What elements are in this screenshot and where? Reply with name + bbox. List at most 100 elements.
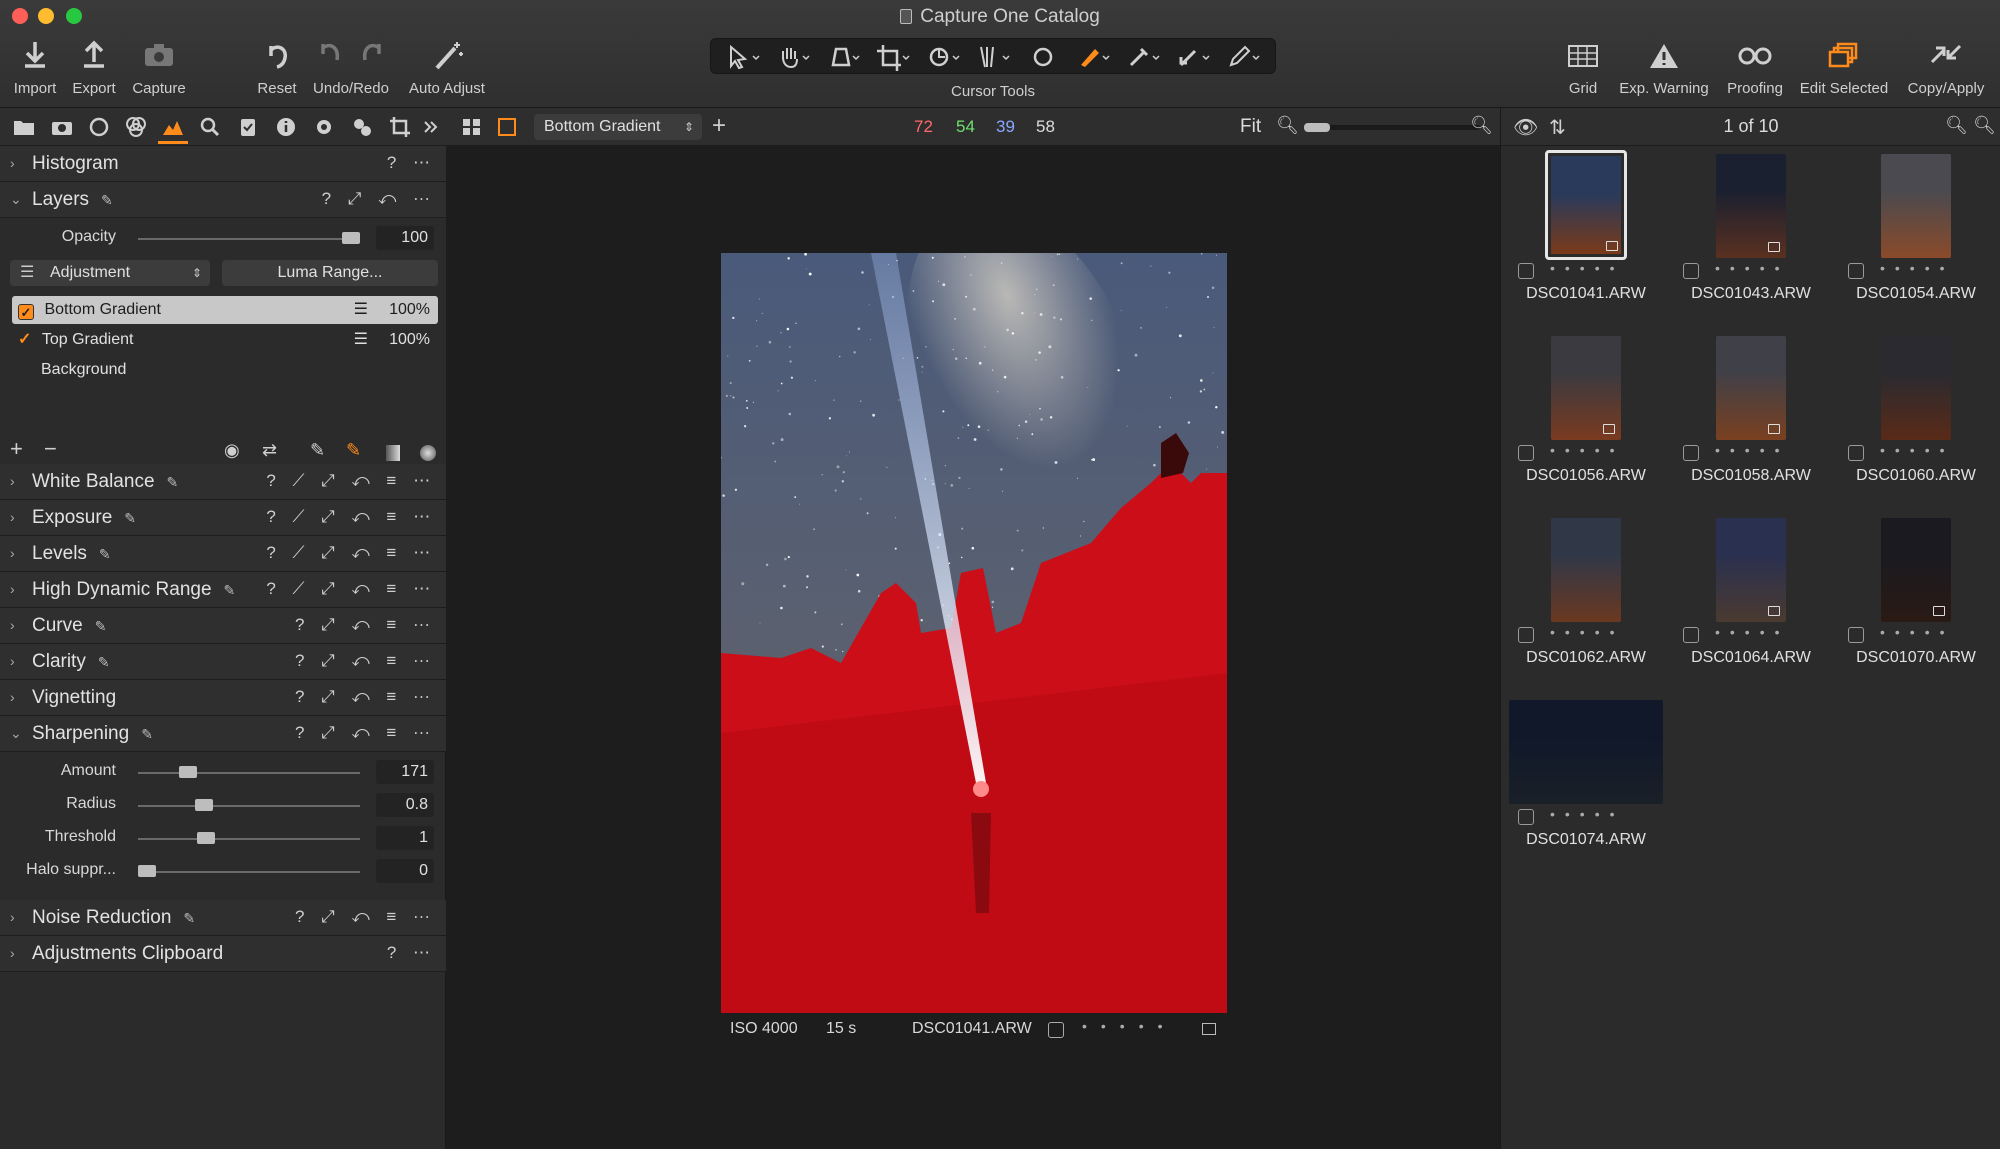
luma-range-button[interactable]: Luma Range... <box>222 260 438 286</box>
thumbnail-checkbox[interactable] <box>1518 627 1534 643</box>
grid-button[interactable]: Grid <box>1560 38 1606 102</box>
draw-mask-brush-icon[interactable] <box>1073 43 1113 71</box>
thumbnail-item[interactable]: ••••• DSC01062.ARW <box>1506 518 1666 688</box>
exposure-section-header[interactable]: › Exposure ✎ ? ⟋ ⤢ ↶ ≡ ⋯ <box>0 500 446 536</box>
thumbnail-checkbox[interactable] <box>1518 445 1534 461</box>
rating-dots[interactable]: ••••• <box>1550 260 1625 276</box>
zoom-in-icon[interactable]: 🔍︎ <box>1470 115 1493 136</box>
rating-dots[interactable]: ••••• <box>1880 442 1955 458</box>
radial-gradient-icon[interactable] <box>420 445 436 461</box>
settings-gear-icon[interactable] <box>312 115 336 139</box>
folder-tab-icon[interactable] <box>12 115 36 139</box>
exposure-tab-icon[interactable] <box>161 115 185 139</box>
rating-dots[interactable]: ••••• <box>1715 260 1790 276</box>
thumbnail-image[interactable] <box>1881 336 1951 440</box>
rating-dots[interactable]: ••••• <box>1715 624 1790 640</box>
metadata-tab-icon[interactable] <box>236 115 260 139</box>
viewer-select-checkbox[interactable] <box>1048 1022 1064 1038</box>
radius-slider-track[interactable] <box>138 805 360 807</box>
threshold-slider-track[interactable] <box>138 838 360 840</box>
hdr-section-header[interactable]: › High Dynamic Range ✎ ? ⟋ ⤢ ↶ ≡ ⋯ <box>0 572 446 608</box>
section-actions[interactable]: ? ⟋ ⤢ ↶ ≡ ⋯ <box>266 543 436 563</box>
zoom-level[interactable]: Fit <box>1240 116 1261 138</box>
section-actions[interactable]: ? ⤢ ↶ ≡ ⋯ <box>295 687 436 707</box>
import-button[interactable]: Import <box>10 38 60 102</box>
layers-section-header[interactable]: ⌄ Layers ✎ ? ⤢ ↶ ⋯ <box>0 182 446 218</box>
thumbnail-item[interactable]: ••••• DSC01060.ARW <box>1836 336 1996 506</box>
checkmark-icon[interactable]: ✓ <box>18 331 31 348</box>
capture-button[interactable]: Capture <box>128 38 190 102</box>
layer-row-background[interactable]: Background <box>12 356 438 384</box>
details-tab-icon[interactable] <box>198 115 222 139</box>
thumbnail-image[interactable] <box>1881 154 1951 258</box>
rotate-icon[interactable] <box>923 43 963 71</box>
info-tab-icon[interactable] <box>274 115 298 139</box>
threshold-slider-knob[interactable] <box>197 832 216 844</box>
zoom-thumbnails-icon[interactable]: 🔍︎ <box>1973 115 1996 136</box>
crop-icon[interactable] <box>873 43 913 71</box>
histogram-section-header[interactable]: › Histogram ? ⋯ <box>0 146 446 182</box>
thumbnail-image[interactable] <box>1716 336 1786 440</box>
halo-slider-knob[interactable] <box>138 865 156 877</box>
thumbnail-image[interactable] <box>1716 154 1786 258</box>
auto-adjust-button[interactable]: Auto Adjust <box>402 38 492 102</box>
proofing-button[interactable]: Proofing <box>1722 38 1788 102</box>
copy-adjustments-icon[interactable] <box>1173 43 1213 71</box>
reset-button[interactable]: Reset <box>252 38 302 102</box>
copy-apply-button[interactable]: Copy/Apply <box>1902 38 1990 102</box>
thumbnail-item[interactable]: ••••• DSC01054.ARW <box>1836 154 1996 324</box>
add-layer-icon[interactable]: + <box>10 436 23 462</box>
histogram-actions[interactable]: ? ⋯ <box>387 153 436 173</box>
thumbnail-item[interactable]: ••••• DSC01074.ARW <box>1506 700 1666 870</box>
radius-value[interactable]: 0.8 <box>376 793 434 817</box>
linear-gradient-icon[interactable] <box>386 445 400 461</box>
section-actions[interactable]: ? ⤢ ↶ ≡ ⋯ <box>295 615 436 635</box>
multi-view-grid-icon[interactable] <box>462 117 482 137</box>
halo-value[interactable]: 0 <box>376 859 434 883</box>
color-picker-icon[interactable] <box>1123 43 1163 71</box>
edit-selected-button[interactable]: Edit Selected <box>1794 38 1894 102</box>
halo-slider-track[interactable] <box>138 871 360 873</box>
layer-row-bottom-gradient[interactable]: ✓ Bottom Gradient ☰ 100% <box>12 296 438 324</box>
remove-layer-icon[interactable]: − <box>44 436 57 462</box>
opacity-slider-track[interactable] <box>138 238 360 240</box>
rating-dots[interactable]: ••••• <box>1550 442 1625 458</box>
lens-tab-icon[interactable] <box>87 115 111 139</box>
thumbnail-checkbox[interactable] <box>1518 809 1534 825</box>
thumbnail-item[interactable]: ••••• DSC01064.ARW <box>1671 518 1831 688</box>
search-icon[interactable]: 🔍︎ <box>1945 115 1968 136</box>
export-button[interactable]: Export <box>68 38 120 102</box>
layer-row-top-gradient[interactable]: ✓ Top Gradient ☰ 100% <box>12 326 438 354</box>
adjustments-clipboard-section-header[interactable]: › Adjustments Clipboard ? ⋯ <box>0 936 446 972</box>
thumbnail-checkbox[interactable] <box>1683 445 1699 461</box>
select-arrow-icon[interactable] <box>723 43 763 71</box>
amount-slider-track[interactable] <box>138 772 360 774</box>
amount-value[interactable]: 171 <box>376 760 434 784</box>
brush-icon[interactable]: ✎ <box>310 440 325 461</box>
thumbnail-image[interactable] <box>1551 518 1621 622</box>
layer-type-select[interactable]: ☰ Adjustment ⇕ <box>10 260 210 286</box>
camera-tab-icon[interactable] <box>50 115 74 139</box>
section-actions[interactable]: ? ⟋ ⤢ ↶ ≡ ⋯ <box>266 579 436 599</box>
spot-removal-icon[interactable] <box>1023 43 1063 71</box>
thumbnail-checkbox[interactable] <box>1848 627 1864 643</box>
undo-redo-button[interactable]: Undo/Redo <box>308 38 394 102</box>
more-tabs-chevron-icon[interactable] <box>422 115 438 139</box>
pan-hand-icon[interactable] <box>773 43 813 71</box>
exposure-warning-button[interactable]: Exp. Warning <box>1614 38 1714 102</box>
thumbnail-item[interactable]: ••••• DSC01058.ARW <box>1671 336 1831 506</box>
layer-visible-checkbox[interactable]: ✓ <box>18 304 34 320</box>
thumbnail-item[interactable]: ••••• DSC01041.ARW <box>1506 150 1666 324</box>
radius-slider-knob[interactable] <box>195 799 214 811</box>
color-tab-icon[interactable] <box>124 115 148 139</box>
clarity-section-header[interactable]: › Clarity ✎ ? ⤢ ↶ ≡ ⋯ <box>0 644 446 680</box>
viewer-layer-select[interactable]: Bottom Gradient ⇕ <box>534 114 702 140</box>
section-actions[interactable]: ? ⤢ ↶ ≡ ⋯ <box>295 723 436 743</box>
thumbnail-image[interactable] <box>1716 518 1786 622</box>
section-actions[interactable]: ? ⟋ ⤢ ↶ ≡ ⋯ <box>266 471 436 491</box>
thumbnail-checkbox[interactable] <box>1518 263 1534 279</box>
opacity-slider-knob[interactable] <box>342 232 360 244</box>
single-view-icon[interactable] <box>498 118 516 136</box>
thumbnail-image[interactable] <box>1545 150 1627 260</box>
batch-gear-icon[interactable] <box>350 115 374 139</box>
